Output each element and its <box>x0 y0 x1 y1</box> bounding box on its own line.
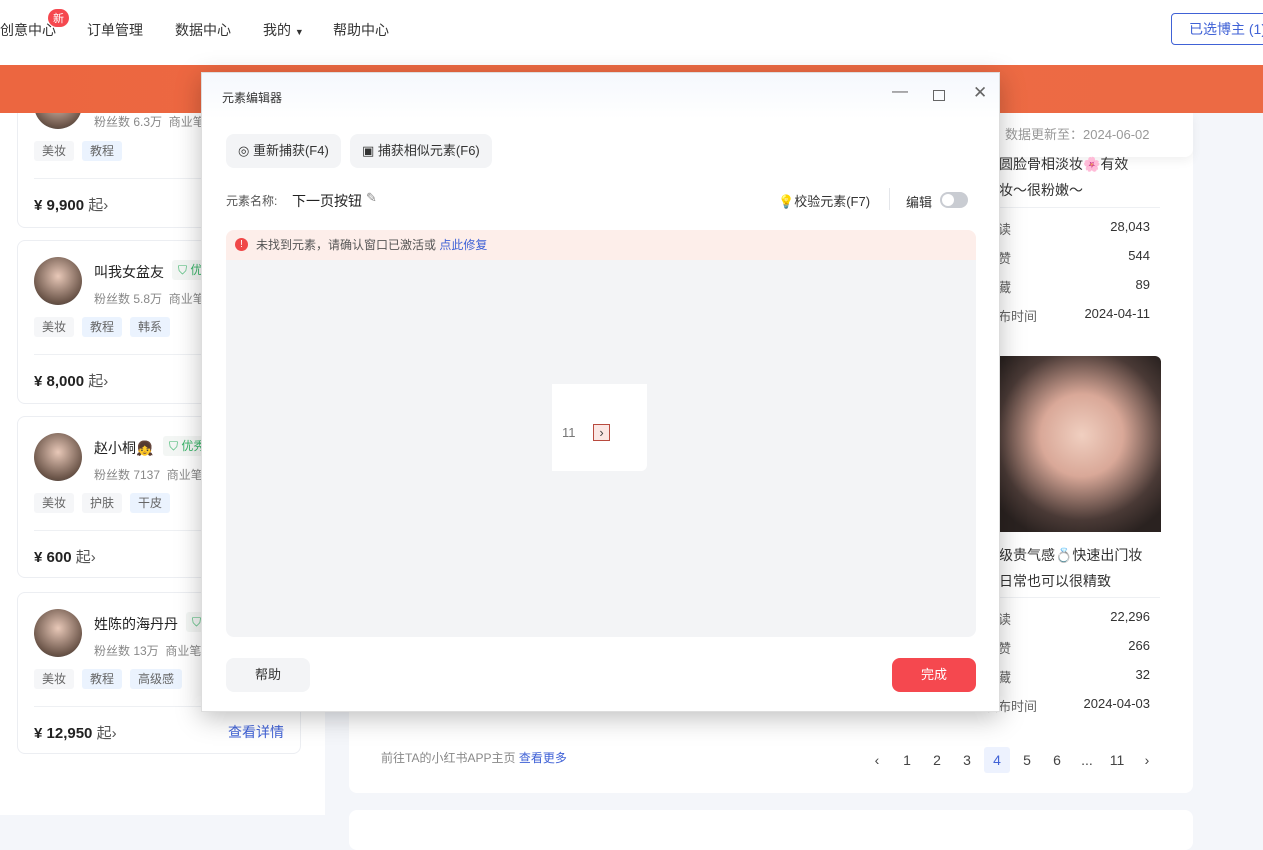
page-11[interactable]: 11 <box>1104 747 1130 773</box>
done-button[interactable]: 完成 <box>892 658 976 692</box>
fans-count: 粉丝数 13万 商业笔 <box>94 644 202 658</box>
divider <box>985 207 1160 208</box>
divider <box>889 188 890 210</box>
page-6[interactable]: 6 <box>1044 747 1070 773</box>
tag: 教程 <box>82 141 123 161</box>
dialog-titlebar[interactable] <box>202 73 999 119</box>
nav-mine-label: 我的 <box>263 22 291 38</box>
page-3[interactable]: 3 <box>954 747 980 773</box>
lightbulb-icon: 💡 <box>778 194 795 209</box>
tag: 美妆 <box>34 141 75 161</box>
fans-count: 粉丝数 6.3万 商业笔 <box>94 115 205 129</box>
minimize-icon[interactable]: — <box>892 83 908 101</box>
help-button[interactable]: 帮助 <box>226 658 310 692</box>
stat-value: 22,296 <box>1110 609 1150 624</box>
divider <box>985 597 1160 598</box>
post-cover-image[interactable] <box>985 356 1161 532</box>
page-4[interactable]: 4 <box>984 747 1010 773</box>
tag: 美妆 <box>34 493 75 513</box>
error-icon: ! <box>235 238 248 251</box>
tag: 教程 <box>82 669 123 689</box>
error-alert: ! 未找到元素，请确认窗口已激活或 点此修复 <box>226 230 976 260</box>
top-nav: 创意中心 新 订单管理 数据中心 我的 ▼ 帮助中心 已选博主 (1) <box>0 0 1263 65</box>
tag: 美妆 <box>34 669 75 689</box>
fix-link[interactable]: 点此修复 <box>439 238 487 252</box>
tag: 护肤 <box>82 493 123 513</box>
tag-list: 美妆 教程 韩系 <box>34 317 171 337</box>
pencil-icon[interactable]: ✎ <box>366 190 377 206</box>
view-details-link[interactable]: 查看详情 <box>228 722 284 742</box>
avatar <box>34 433 82 481</box>
nav-orders[interactable]: 订单管理 <box>87 20 143 40</box>
new-badge: 新 <box>48 9 69 27</box>
tag: 高级感 <box>130 669 183 689</box>
blogger-name[interactable]: 赵小桐👧 <box>94 438 153 458</box>
fans-count: 粉丝数 7137 商业笔 <box>94 468 203 482</box>
element-preview: 11 › <box>226 260 976 637</box>
page-ellipsis: ... <box>1081 752 1093 768</box>
preview-page-number: 11 <box>562 425 576 440</box>
dialog-title: 元素编辑器 <box>222 91 283 105</box>
edit-toggle[interactable] <box>940 192 968 208</box>
stat-value: 2024-04-11 <box>1084 306 1150 321</box>
view-more-link[interactable]: 查看更多 <box>519 751 567 765</box>
capture-similar-icon: ▣ <box>362 143 375 158</box>
highlighted-next-icon: › <box>593 424 610 441</box>
recapture-icon: ◎ <box>238 143 250 158</box>
tag: 韩系 <box>130 317 171 337</box>
price[interactable]: ¥ 600 起› <box>34 546 96 567</box>
edit-label: 编辑 <box>906 195 933 210</box>
selected-bloggers-button[interactable]: 已选博主 (1) <box>1171 13 1263 45</box>
element-editor-dialog: 元素编辑器 — ✕ ◎ 重新捕获(F4) ▣ 捕获相似元素(F6) 元素名称: … <box>201 72 1000 712</box>
post-title[interactable]: 方圆脸骨相淡妆🌸有效 化妆～很粉嫩～ <box>985 151 1128 203</box>
verify-element-button[interactable]: 💡校验元素(F7) <box>778 191 870 210</box>
stat-value: 2024-04-03 <box>1083 696 1151 711</box>
page-1[interactable]: 1 <box>894 747 920 773</box>
nav-creative-center[interactable]: 创意中心 <box>0 20 56 40</box>
chevron-right-icon: › <box>111 725 117 742</box>
price[interactable]: ¥ 12,950 起› <box>34 722 117 743</box>
preview-snapshot: 11 › <box>552 384 647 471</box>
page-2[interactable]: 2 <box>924 747 950 773</box>
nav-mine[interactable]: 我的 ▼ <box>263 20 304 40</box>
chevron-right-icon: › <box>103 197 109 214</box>
tag: 教程 <box>82 317 123 337</box>
footer-text: 前往TA的小红书APP主页 查看更多 <box>381 751 567 765</box>
fans-count: 粉丝数 5.8万 商业笔 <box>94 292 205 306</box>
price[interactable]: ¥ 8,000 起› <box>34 370 108 391</box>
nav-help-center[interactable]: 帮助中心 <box>333 20 389 40</box>
chevron-right-icon: › <box>90 549 96 566</box>
avatar <box>34 609 82 657</box>
blogger-name[interactable]: 叫我女盆友 <box>94 262 164 282</box>
close-icon[interactable]: ✕ <box>973 83 987 103</box>
recapture-button[interactable]: ◎ 重新捕获(F4) <box>226 134 341 168</box>
blogger-name[interactable]: 姓陈的海丹丹 <box>94 614 178 634</box>
element-name-value: 下一页按钮 <box>292 193 362 209</box>
post-title[interactable]: 高级贵气感💍快速出门妆 ～日常也可以很精致 <box>985 542 1142 594</box>
tag-list: 美妆 教程 <box>34 141 123 161</box>
stat-value: 28,043 <box>1110 219 1150 234</box>
chevron-right-icon: › <box>103 373 109 390</box>
avatar <box>34 257 82 305</box>
maximize-icon[interactable] <box>933 90 945 101</box>
next-panel <box>349 810 1193 850</box>
stat-value: 32 <box>1135 667 1150 682</box>
prev-page-icon[interactable]: ‹ <box>864 747 890 773</box>
nav-data-center[interactable]: 数据中心 <box>175 20 231 40</box>
tag-list: 美妆 教程 高级感 <box>34 669 183 689</box>
caret-down-icon: ▼ <box>294 27 304 37</box>
price[interactable]: ¥ 9,900 起› <box>34 194 108 215</box>
stat-value: 544 <box>1128 248 1150 263</box>
stat-value: 89 <box>1135 277 1150 292</box>
element-name-label: 元素名称: <box>226 194 278 208</box>
capture-similar-button[interactable]: ▣ 捕获相似元素(F6) <box>350 134 492 168</box>
tag: 干皮 <box>130 493 171 513</box>
tag-list: 美妆 护肤 干皮 <box>34 493 171 513</box>
stat-value: 266 <box>1128 638 1150 653</box>
tag: 美妆 <box>34 317 75 337</box>
next-page-icon[interactable]: › <box>1134 747 1160 773</box>
page-5[interactable]: 5 <box>1014 747 1040 773</box>
